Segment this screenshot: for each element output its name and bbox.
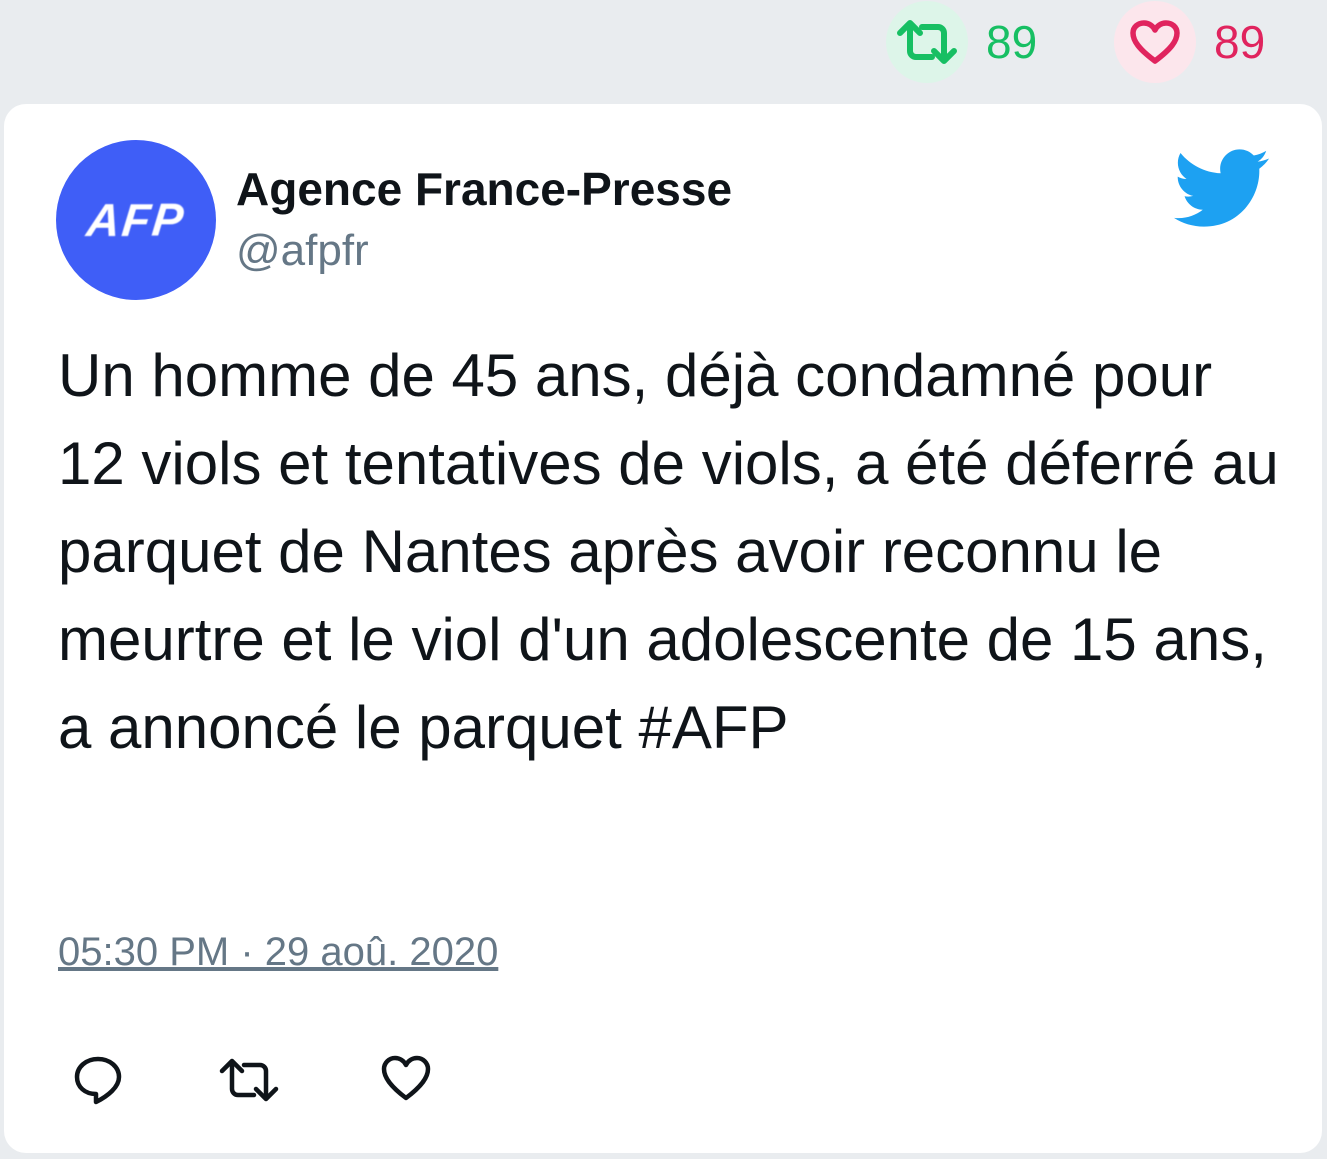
author-name[interactable]: Agence France-Presse <box>236 162 732 216</box>
like-stat[interactable]: 89 <box>1114 0 1265 84</box>
retweet-stat[interactable]: 89 <box>886 0 1037 84</box>
reply-button[interactable] <box>72 1054 124 1106</box>
tweet-card: AFP Agence France-Presse @afpfr Un homme… <box>4 104 1322 1153</box>
retweet-stat-bubble[interactable] <box>886 1 968 83</box>
engagement-stats-bar: 89 89 <box>0 0 1327 100</box>
author-handle[interactable]: @afpfr <box>236 226 369 276</box>
heart-icon <box>381 1055 431 1101</box>
twitter-bird-icon[interactable] <box>1174 148 1269 228</box>
retweet-icon <box>897 20 957 64</box>
tweet-text: Un homme de 45 ans, déjà condamné pour 1… <box>58 342 1279 761</box>
tweet-timestamp[interactable]: 05:30 PM · 29 aoû. 2020 <box>58 930 498 975</box>
avatar-logo-text: AFP <box>84 194 188 246</box>
retweet-count: 89 <box>986 16 1038 68</box>
retweet-icon <box>219 1058 279 1102</box>
like-stat-bubble[interactable] <box>1114 1 1196 83</box>
avatar[interactable]: AFP <box>56 140 216 300</box>
like-count: 89 <box>1214 16 1266 68</box>
reply-icon <box>74 1056 122 1105</box>
retweet-button[interactable] <box>218 1054 279 1106</box>
heart-icon <box>1130 20 1180 64</box>
like-button[interactable] <box>380 1054 432 1106</box>
